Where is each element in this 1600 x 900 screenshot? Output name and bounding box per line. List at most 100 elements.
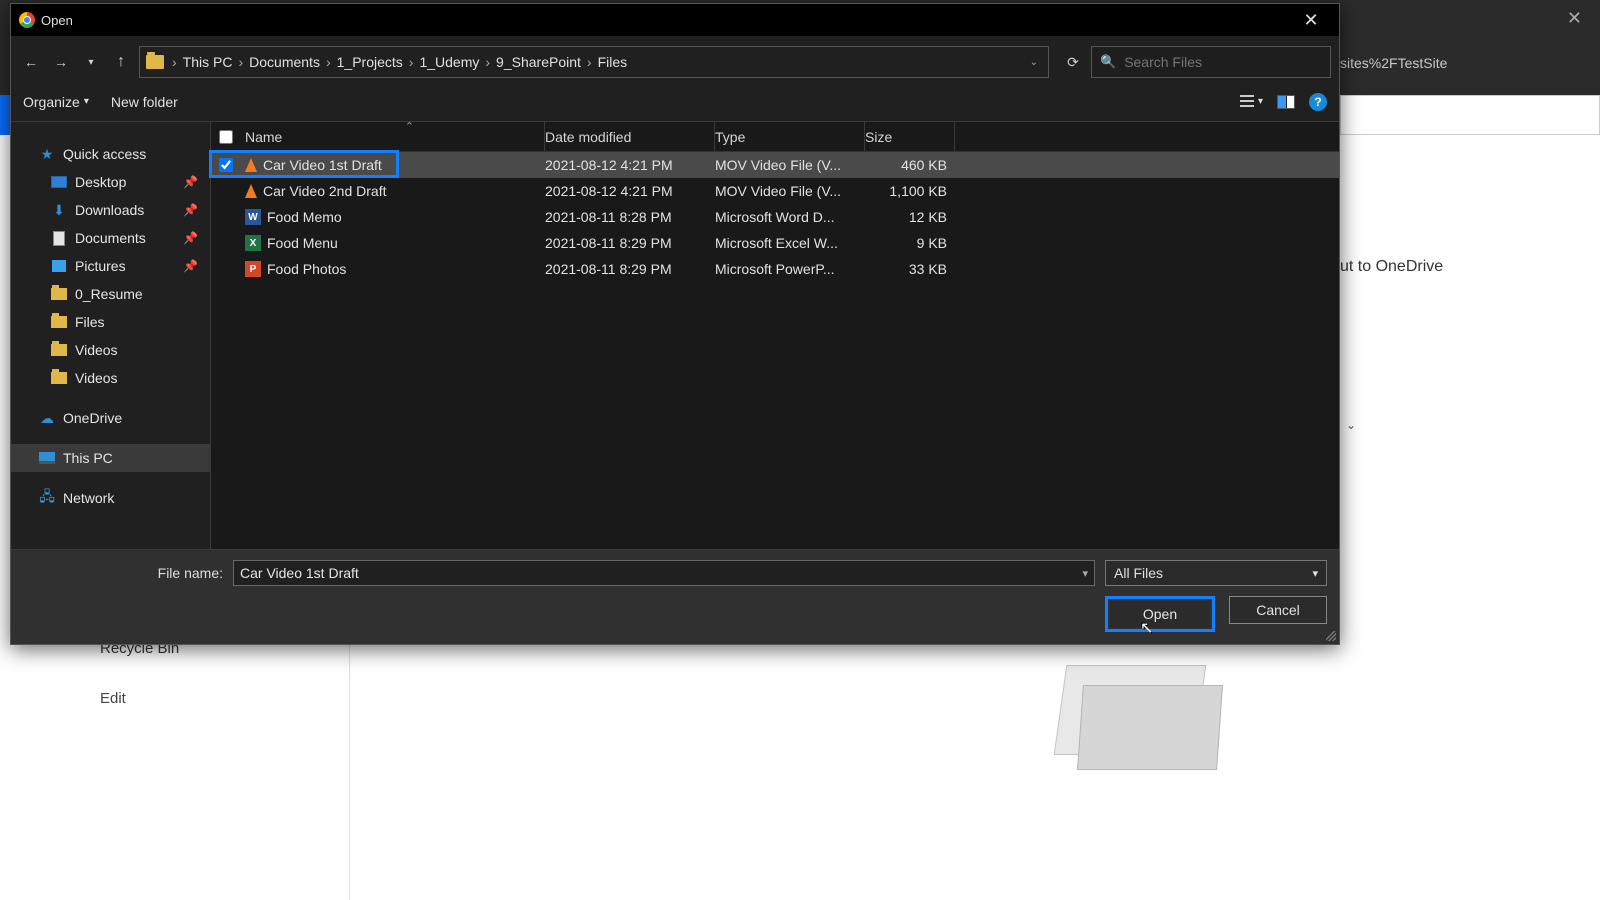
file-row[interactable]: Food Photos2021-08-11 8:29 PMMicrosoft P… [211,256,1339,282]
excel-file-icon [245,235,261,251]
sidebar-label: Quick access [63,146,146,162]
breadcrumb-sep-icon: › [409,54,414,70]
breadcrumb-item[interactable]: This PC [183,54,233,70]
sidebar-item-this-pc[interactable]: This PC [11,444,210,472]
view-mode-button[interactable]: ▾ [1240,95,1263,109]
titlebar: Open ✕ [11,4,1339,36]
file-type: MOV Video File (V... [715,157,865,173]
file-name: Food Menu [267,235,338,251]
sidebar-item-desktop[interactable]: Desktop 📌 [11,168,210,196]
sidebar-item-onedrive[interactable]: ☁ OneDrive [11,404,210,432]
sidebar-item-videos[interactable]: Videos [11,336,210,364]
sidebar-label: Videos [75,370,118,386]
file-type: Microsoft Word D... [715,209,865,225]
address-dropdown-icon[interactable]: ⌄ [1030,57,1038,68]
download-icon: ⬇ [51,202,67,218]
chevron-down-icon: ▾ [84,96,89,107]
breadcrumb-sep-icon: › [485,54,490,70]
breadcrumb-sep-icon: › [238,54,243,70]
column-date[interactable]: Date modified [545,122,715,151]
sidebar-item-downloads[interactable]: ⬇ Downloads 📌 [11,196,210,224]
file-name: Car Video 2nd Draft [263,183,386,199]
nav-up-button[interactable]: ↑ [109,50,133,74]
breadcrumb-item[interactable]: Documents [249,54,320,70]
address-folder-icon [146,55,164,69]
breadcrumb-item[interactable]: Files [598,54,628,70]
folder-icon [51,344,67,356]
dialog-close-button[interactable]: ✕ [1291,10,1331,31]
organize-label: Organize [23,94,80,110]
sidebar-item-pictures[interactable]: Pictures 📌 [11,252,210,280]
bg-window-close-icon[interactable]: ✕ [1567,8,1582,29]
refresh-button[interactable]: ⟳ [1061,50,1085,74]
sidebar-label: Downloads [75,202,144,218]
sidebar-item-files[interactable]: Files [11,308,210,336]
pin-icon: 📌 [183,203,198,217]
sidebar-label: Files [75,314,105,330]
pin-icon: 📌 [183,231,198,245]
filename-input[interactable] [240,565,1082,581]
file-row[interactable]: Car Video 1st Draft2021-08-12 4:21 PMMOV… [211,152,1339,178]
column-name[interactable]: Name [245,122,545,151]
file-name: Food Memo [267,209,342,225]
cancel-button[interactable]: Cancel [1229,596,1327,624]
select-all-checkbox[interactable] [219,130,233,144]
sidebar-label: Documents [75,230,146,246]
search-box[interactable]: 🔍 [1091,46,1331,78]
file-size: 33 KB [865,261,955,277]
bg-search-field[interactable] [1340,95,1600,135]
sidebar-item-network[interactable]: 🖧 Network [11,484,210,512]
word-file-icon [245,209,261,225]
sidebar-item-documents[interactable]: Documents 📌 [11,224,210,252]
open-button-highlight: Open [1105,596,1215,632]
file-checkbox[interactable] [219,158,233,172]
folder-icon [51,316,67,328]
column-size[interactable]: Size [865,122,955,151]
file-row[interactable]: Food Memo2021-08-11 8:28 PMMicrosoft Wor… [211,204,1339,230]
filename-dropdown-icon[interactable]: ▾ [1082,567,1088,580]
file-size: 1,100 KB [865,183,955,199]
file-row[interactable]: Car Video 2nd Draft2021-08-12 4:21 PMMOV… [211,178,1339,204]
file-size: 12 KB [865,209,955,225]
pc-icon [39,452,55,464]
breadcrumb-item[interactable]: 1_Udemy [419,54,479,70]
address-bar[interactable]: › This PC›Documents›1_Projects›1_Udemy›9… [139,46,1049,78]
new-folder-button[interactable]: New folder [111,94,178,110]
desktop-icon [51,176,67,188]
bg-onedrive-label: ut to OneDrive [1340,258,1443,276]
breadcrumb-item[interactable]: 9_SharePoint [496,54,581,70]
nav-forward-button[interactable]: → [49,50,73,74]
bg-edit[interactable]: Edit [100,690,126,707]
star-icon: ★ [39,146,55,162]
filter-label: All Files [1114,565,1163,581]
bg-caret-icon[interactable]: ⌄ [1346,418,1356,432]
file-date: 2021-08-12 4:21 PM [545,157,715,173]
sidebar-label: Videos [75,342,118,358]
sidebar-item-resume[interactable]: 0_Resume [11,280,210,308]
file-list: Name Date modified Type Size Car Video 1… [211,122,1339,549]
file-row[interactable]: Food Menu2021-08-11 8:29 PMMicrosoft Exc… [211,230,1339,256]
column-type[interactable]: Type [715,122,865,151]
cloud-icon: ☁ [39,410,55,426]
open-button[interactable]: Open [1110,601,1210,627]
sidebar-item-quick-access[interactable]: ★ Quick access [11,140,210,168]
sidebar-item-videos[interactable]: Videos [11,364,210,392]
breadcrumb-item[interactable]: 1_Projects [337,54,403,70]
preview-pane-button[interactable] [1277,95,1295,109]
search-input[interactable] [1124,54,1322,70]
document-icon [53,231,65,246]
pictures-icon [52,260,66,272]
file-type: Microsoft PowerP... [715,261,865,277]
file-type-filter[interactable]: All Files ▾ [1105,560,1327,586]
organize-button[interactable]: Organize ▾ [23,94,89,110]
nav-recent-dropdown[interactable]: ▾ [79,50,103,74]
file-type: MOV Video File (V... [715,183,865,199]
breadcrumb-sep-icon: › [172,54,177,70]
bg-folder-illustration [1030,645,1220,775]
nav-back-button[interactable]: ← [19,50,43,74]
chevron-down-icon: ▾ [1258,96,1263,107]
file-open-dialog: Open ✕ ← → ▾ ↑ › This PC › Documents › 1_Pro… [10,3,1340,645]
resize-grip[interactable] [1326,631,1336,641]
help-button[interactable]: ? [1309,93,1327,111]
filename-input-wrap[interactable]: ▾ [233,560,1095,586]
